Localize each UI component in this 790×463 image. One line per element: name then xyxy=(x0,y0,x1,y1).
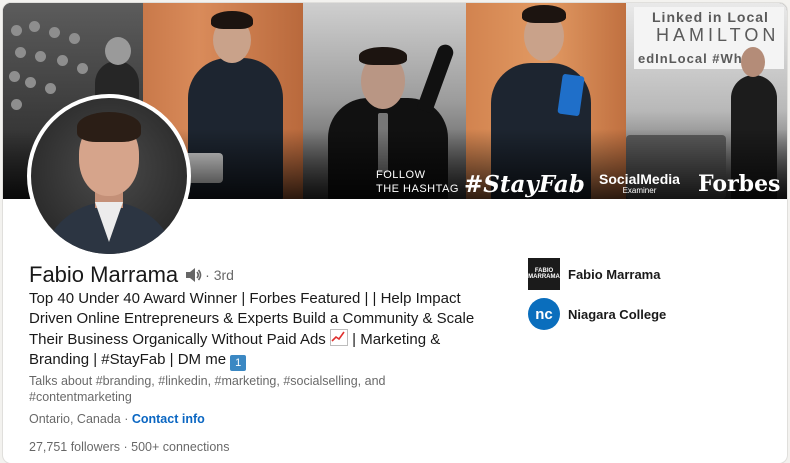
connections-count[interactable]: · 500+ connections xyxy=(124,440,230,454)
location-row: Ontario, Canada · Contact info xyxy=(29,412,205,426)
chart-increasing-icon xyxy=(329,329,348,346)
forbes-logo: Forbes xyxy=(698,171,781,197)
profile-card: Linked in Local HAMILTON edInLocal #What… xyxy=(3,3,787,463)
contact-info-link[interactable]: Contact info xyxy=(132,412,205,426)
network-stats: 27,751 followers · 500+ connections xyxy=(29,440,230,454)
school-name: Niagara College xyxy=(568,306,667,322)
profile-location: Ontario, Canada · xyxy=(29,412,129,426)
name-pronunciation-speaker-icon[interactable] xyxy=(184,266,202,284)
name-row: Fabio Marrama · 3rd xyxy=(29,262,234,288)
company-name: Fabio Marrama xyxy=(568,266,661,282)
current-company[interactable]: FABIO MARRAMA Fabio Marrama xyxy=(528,258,660,290)
keycap-one-icon: 1 xyxy=(230,355,247,371)
follow-hashtag-label: FOLLOW THE HASHTAG xyxy=(376,169,459,195)
talks-about: Talks about #branding, #linkedin, #marke… xyxy=(29,374,386,404)
profile-name: Fabio Marrama xyxy=(29,262,179,287)
school-logo-icon: nc xyxy=(528,298,560,330)
social-media-examiner-logo: SocialMedia Examiner xyxy=(599,171,680,195)
connection-degree: · 3rd xyxy=(205,267,234,283)
profile-headline: Top 40 Under 40 Award Winner | Forbes Fe… xyxy=(29,290,475,371)
banner-divider xyxy=(572,175,573,193)
education-school[interactable]: nc Niagara College xyxy=(528,298,666,330)
company-logo-icon: FABIO MARRAMA xyxy=(528,258,560,290)
profile-avatar[interactable] xyxy=(27,94,191,258)
followers-count[interactable]: 27,751 followers xyxy=(29,440,120,454)
stayfab-hashtag: #StayFab xyxy=(464,171,585,198)
